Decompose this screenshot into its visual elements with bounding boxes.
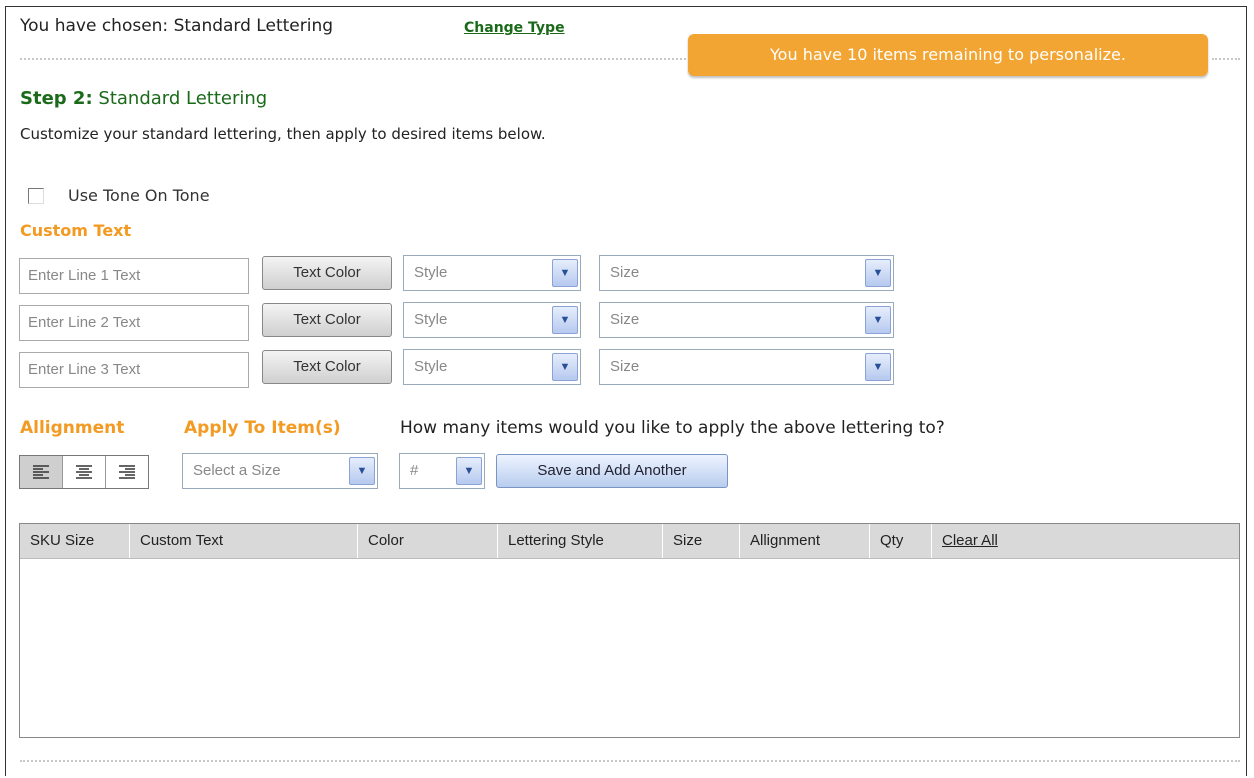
line-3-size-value: Size: [610, 358, 640, 375]
tone-on-tone-checkbox[interactable]: [28, 188, 44, 204]
remaining-items-notice: You have 10 items remaining to personali…: [688, 34, 1208, 76]
alignment-heading: Allignment: [20, 418, 125, 438]
save-and-add-another-button[interactable]: Save and Add Another: [496, 454, 728, 488]
step-description: Customize your standard lettering, then …: [20, 125, 546, 143]
col-lettering-style: Lettering Style: [498, 524, 663, 558]
chevron-down-icon: ▼: [552, 353, 578, 381]
line-1-text-color-button[interactable]: Text Color: [262, 256, 392, 290]
col-alignment: Allignment: [740, 524, 870, 558]
line-1-style-select[interactable]: Style ▼: [403, 255, 581, 291]
line-2-text-input[interactable]: Enter Line 2 Text: [19, 305, 249, 341]
line-3-size-select[interactable]: Size ▼: [599, 349, 894, 385]
chevron-down-icon: ▼: [349, 457, 375, 485]
apply-size-select[interactable]: Select a Size ▼: [182, 453, 378, 489]
align-left-button[interactable]: [20, 456, 63, 488]
step-title: Standard Lettering: [98, 88, 268, 109]
step-number: Step 2:: [20, 88, 93, 109]
apply-size-value: Select a Size: [193, 462, 281, 479]
line-1-size-value: Size: [610, 264, 640, 281]
align-right-icon: [119, 465, 135, 479]
alignment-buttons: [19, 455, 149, 489]
col-color: Color: [358, 524, 498, 558]
line-2-text-color-button[interactable]: Text Color: [262, 303, 392, 337]
dotted-divider: [1212, 58, 1240, 60]
custom-text-heading: Custom Text: [20, 221, 132, 240]
chevron-down-icon: ▼: [552, 306, 578, 334]
step-heading: Step 2: Standard Lettering: [20, 88, 267, 109]
chevron-down-icon: ▼: [552, 259, 578, 287]
chevron-down-icon: ▼: [865, 306, 891, 334]
line-3-text-color-button[interactable]: Text Color: [262, 350, 392, 384]
align-left-icon: [33, 465, 49, 479]
line-3-style-select[interactable]: Style ▼: [403, 349, 581, 385]
change-type-link[interactable]: Change Type: [464, 20, 565, 36]
line-2-size-value: Size: [610, 311, 640, 328]
apply-qty-select[interactable]: # ▼: [399, 453, 485, 489]
chevron-down-icon: ▼: [865, 353, 891, 381]
chevron-down-icon: ▼: [456, 457, 482, 485]
chosen-type-text: You have chosen: Standard Lettering: [20, 16, 334, 36]
dotted-divider: [20, 760, 1240, 762]
line-2-style-select[interactable]: Style ▼: [403, 302, 581, 338]
chevron-down-icon: ▼: [865, 259, 891, 287]
col-sku-size: SKU Size: [20, 524, 130, 558]
align-center-icon: [76, 465, 92, 479]
col-custom-text: Custom Text: [130, 524, 358, 558]
dotted-divider: [20, 58, 686, 60]
line-1-size-select[interactable]: Size ▼: [599, 255, 894, 291]
line-2-size-select[interactable]: Size ▼: [599, 302, 894, 338]
align-right-button[interactable]: [106, 456, 148, 488]
clear-all-link[interactable]: Clear All: [932, 524, 1052, 558]
line-1-text-input[interactable]: Enter Line 1 Text: [19, 258, 249, 294]
col-size: Size: [663, 524, 740, 558]
apply-to-items-heading: Apply To Item(s): [184, 418, 341, 438]
align-center-button[interactable]: [63, 456, 106, 488]
line-2-style-value: Style: [414, 311, 448, 328]
table-header: SKU Size Custom Text Color Lettering Sty…: [20, 524, 1239, 559]
line-3-style-value: Style: [414, 358, 448, 375]
col-qty: Qty: [870, 524, 932, 558]
line-1-style-value: Style: [414, 264, 448, 281]
apply-question: How many items would you like to apply t…: [400, 418, 945, 438]
tone-on-tone-label: Use Tone On Tone: [68, 186, 210, 205]
apply-qty-value: #: [410, 462, 419, 479]
items-table: SKU Size Custom Text Color Lettering Sty…: [19, 523, 1240, 738]
line-3-text-input[interactable]: Enter Line 3 Text: [19, 352, 249, 388]
